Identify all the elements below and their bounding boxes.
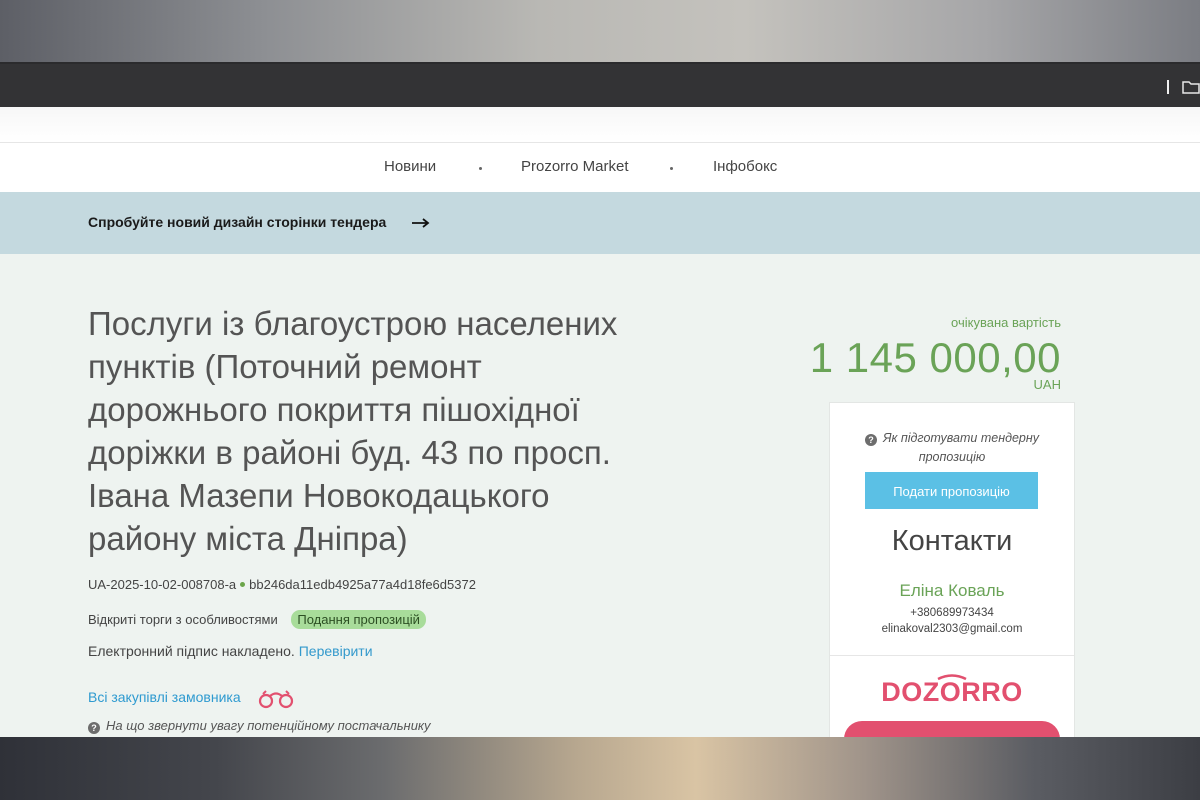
how-to-prepare-hint[interactable]: ? Як підготувати тендерну пропозицію [830,429,1074,467]
nav-separator-dot [670,167,673,170]
contact-name: Еліна Коваль [899,581,1005,600]
sidebar-card: ? Як підготувати тендерну пропозицію Пода… [829,402,1075,757]
new-design-banner[interactable]: Спробуйте новий дизайн сторінки тендера [0,192,1200,254]
contacts-heading: Контакти [891,525,1013,557]
status-badge: Подання пропозицій [291,610,426,629]
tender-hash: bb246da11edb4925a77a4d18fe6d5372 [249,577,476,592]
submit-proposal-button[interactable]: Подати пропозицію [865,472,1038,509]
contact-phone: +380689973434 [910,607,994,619]
dozorro-logo[interactable]: DOZORRO [882,673,1022,709]
divider [830,655,1074,656]
nav-item-infobox[interactable]: Інфобокс [713,158,777,175]
nav-separator-dot [479,167,482,170]
top-nav: Новини Prozorro Market Інфобокс [0,142,1200,193]
folder-icon[interactable] [1182,80,1200,94]
procedure-type: Відкриті торги з особливостями [88,612,278,627]
expected-value-label: очікувана вартість [951,315,1061,330]
tender-identifier: UA-2025-10-02-008708-a bb246da11edb4925a7… [88,577,476,592]
toolbar-separator [1167,80,1169,94]
procedure-line: Відкриті торги з особливостями Подання п… [88,610,426,629]
banner-text[interactable]: Спробуйте новий дизайн сторінки тендера [88,214,386,230]
dozorro-logo-text: DOZORRO [882,677,1022,707]
nav-item-prozorro-market[interactable]: Prozorro Market [521,158,629,175]
expected-value-amount: 1 145 000,00 [809,334,1061,381]
signature-text: Електронний підпис накладено. [88,643,295,659]
attention-text[interactable]: На що звернути увагу потенційному постач… [106,718,431,733]
signature-line: Електронний підпис накладено. Перевірити [88,643,373,659]
tender-id: UA-2025-10-02-008708-a [88,577,237,592]
blurred-background-top [0,0,1200,72]
tender-title: Послуги із благоустрою населених пунктів… [88,305,618,557]
currency-label: UAH [1033,377,1061,392]
site-header [0,107,1200,142]
contact-email[interactable]: elinakoval2303@gmail.com [830,623,1074,635]
nav-item-news[interactable]: Новини [384,158,436,175]
supplier-attention-hint[interactable]: ? На що звернути увагу потенційному поста… [88,718,431,734]
binoculars-icon[interactable] [257,688,295,710]
question-circle-icon: ? [864,434,877,446]
verify-signature-link[interactable]: Перевірити [299,643,373,659]
browser-toolbar [0,64,1200,107]
blurred-background-bottom [0,737,1200,800]
question-circle-icon: ? [88,722,100,734]
status-dot [240,582,246,587]
all-buyer-purchases-link[interactable]: Всі закупівлі замовника [88,689,241,705]
how-to-prepare-text[interactable]: Як підготувати тендерну пропозицію [883,431,1039,464]
arrow-right-icon[interactable] [412,218,430,228]
